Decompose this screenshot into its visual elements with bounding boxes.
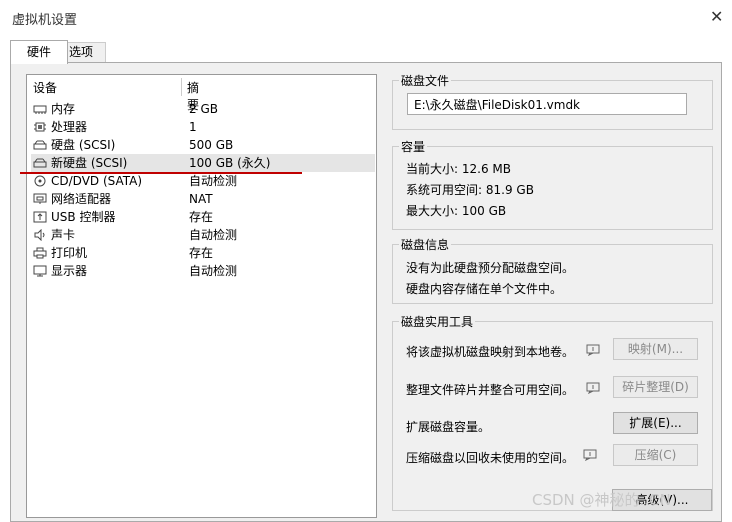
device-name: USB 控制器: [51, 210, 116, 224]
device-name: 新硬盘 (SCSI): [51, 156, 128, 170]
device-name: CD/DVD (SATA): [51, 174, 143, 188]
available-space-text: 系统可用空间: 81.9 GB: [406, 183, 534, 197]
disk-file-title: 磁盘文件: [399, 72, 452, 89]
info-icon[interactable]: [586, 344, 600, 356]
device-name: 内存: [51, 102, 76, 116]
usb-icon: [33, 211, 47, 223]
watermark: CSDN @神秘的..CN: [532, 491, 671, 509]
device-name: 声卡: [51, 228, 76, 242]
device-row-cpu[interactable]: 处理器 1: [31, 118, 375, 136]
info-icon[interactable]: [583, 449, 597, 461]
device-list-header: 设备 摘要: [33, 79, 199, 112]
compact-button[interactable]: 压缩(C): [613, 444, 698, 466]
harddisk-icon: [33, 140, 47, 150]
device-list[interactable]: 设备 摘要 内存 2 GB 处理器 1 硬盘 (SCSI) 500 GB 新硬盘…: [26, 74, 377, 518]
device-row-cd-dvd[interactable]: CD/DVD (SATA) 自动检测: [31, 172, 375, 190]
device-name: 处理器: [51, 120, 88, 134]
column-separator[interactable]: [181, 78, 182, 96]
monitor-icon: [33, 265, 47, 277]
network-icon: [33, 193, 47, 204]
device-name: 网络适配器: [51, 192, 112, 206]
current-size-text: 当前大小: 12.6 MB: [406, 162, 511, 176]
device-row-usb[interactable]: USB 控制器 存在: [31, 208, 375, 226]
tab-hardware[interactable]: 硬件: [10, 40, 68, 64]
column-device[interactable]: 设备: [33, 81, 57, 95]
disk-utilities-title: 磁盘实用工具: [399, 313, 476, 330]
device-name: 显示器: [51, 264, 88, 278]
device-name: 硬盘 (SCSI): [51, 138, 116, 152]
device-row-new-harddisk[interactable]: 新硬盘 (SCSI) 100 GB (永久): [31, 154, 375, 172]
disk-info-group: 磁盘信息 没有为此硬盘预分配磁盘空间。 硬盘内容存储在单个文件中。: [392, 236, 713, 304]
cpu-icon: [34, 122, 46, 132]
device-summary: 2 GB: [189, 102, 218, 116]
capacity-title: 容量: [399, 138, 428, 155]
disk-info-title: 磁盘信息: [399, 236, 452, 253]
info-icon[interactable]: [586, 382, 600, 394]
device-summary: 100 GB (永久): [189, 156, 271, 170]
utility-map-text: 将该虚拟机磁盘映射到本地卷。: [406, 345, 575, 359]
device-row-memory[interactable]: 内存 2 GB: [31, 100, 375, 118]
utility-compact-text: 压缩磁盘以回收未使用的空间。: [406, 451, 575, 465]
close-icon[interactable]: ✕: [710, 7, 723, 26]
cd-icon: [34, 175, 46, 187]
device-summary: 存在: [189, 210, 214, 224]
disk-file-group: 磁盘文件 E:\永久磁盘\FileDisk01.vmdk: [392, 72, 713, 130]
speaker-icon: [34, 229, 45, 241]
disk-info-line2: 硬盘内容存储在单个文件中。: [406, 282, 563, 296]
map-button[interactable]: 映射(M)...: [613, 338, 698, 360]
utility-defrag-text: 整理文件碎片并整合可用空间。: [406, 383, 575, 397]
expand-button[interactable]: 扩展(E)...: [613, 412, 698, 434]
device-name: 打印机: [51, 246, 88, 260]
device-summary: 自动检测: [189, 264, 238, 278]
disk-file-path-field[interactable]: E:\永久磁盘\FileDisk01.vmdk: [407, 93, 687, 115]
device-summary: 自动检测: [189, 174, 238, 188]
device-summary: 存在: [189, 246, 214, 260]
device-row-sound[interactable]: 声卡 自动检测: [31, 226, 375, 244]
device-summary: 1: [189, 120, 197, 134]
printer-icon: [33, 247, 47, 259]
memory-icon: [33, 105, 47, 114]
disk-info-line1: 没有为此硬盘预分配磁盘空间。: [406, 261, 575, 275]
utility-expand-text: 扩展磁盘容量。: [406, 420, 491, 434]
harddisk-icon: [33, 158, 47, 168]
device-row-display[interactable]: 显示器 自动检测: [31, 262, 375, 280]
max-size-text: 最大大小: 100 GB: [406, 204, 507, 218]
device-row-harddisk[interactable]: 硬盘 (SCSI) 500 GB: [31, 136, 375, 154]
device-summary: 自动检测: [189, 228, 238, 242]
disk-utilities-group: 磁盘实用工具 将该虚拟机磁盘映射到本地卷。 映射(M)... 整理文件碎片并整合…: [392, 313, 713, 511]
window-title: 虚拟机设置: [12, 13, 78, 28]
capacity-group: 容量 当前大小: 12.6 MB 系统可用空间: 81.9 GB 最大大小: 1…: [392, 138, 713, 230]
device-summary: NAT: [189, 192, 213, 206]
device-row-printer[interactable]: 打印机 存在: [31, 244, 375, 262]
title-bar: 虚拟机设置 ✕: [0, 0, 732, 34]
red-underline: [20, 172, 302, 174]
device-summary: 500 GB: [189, 138, 234, 152]
device-row-network[interactable]: 网络适配器 NAT: [31, 190, 375, 208]
defragment-button[interactable]: 碎片整理(D): [613, 376, 698, 398]
